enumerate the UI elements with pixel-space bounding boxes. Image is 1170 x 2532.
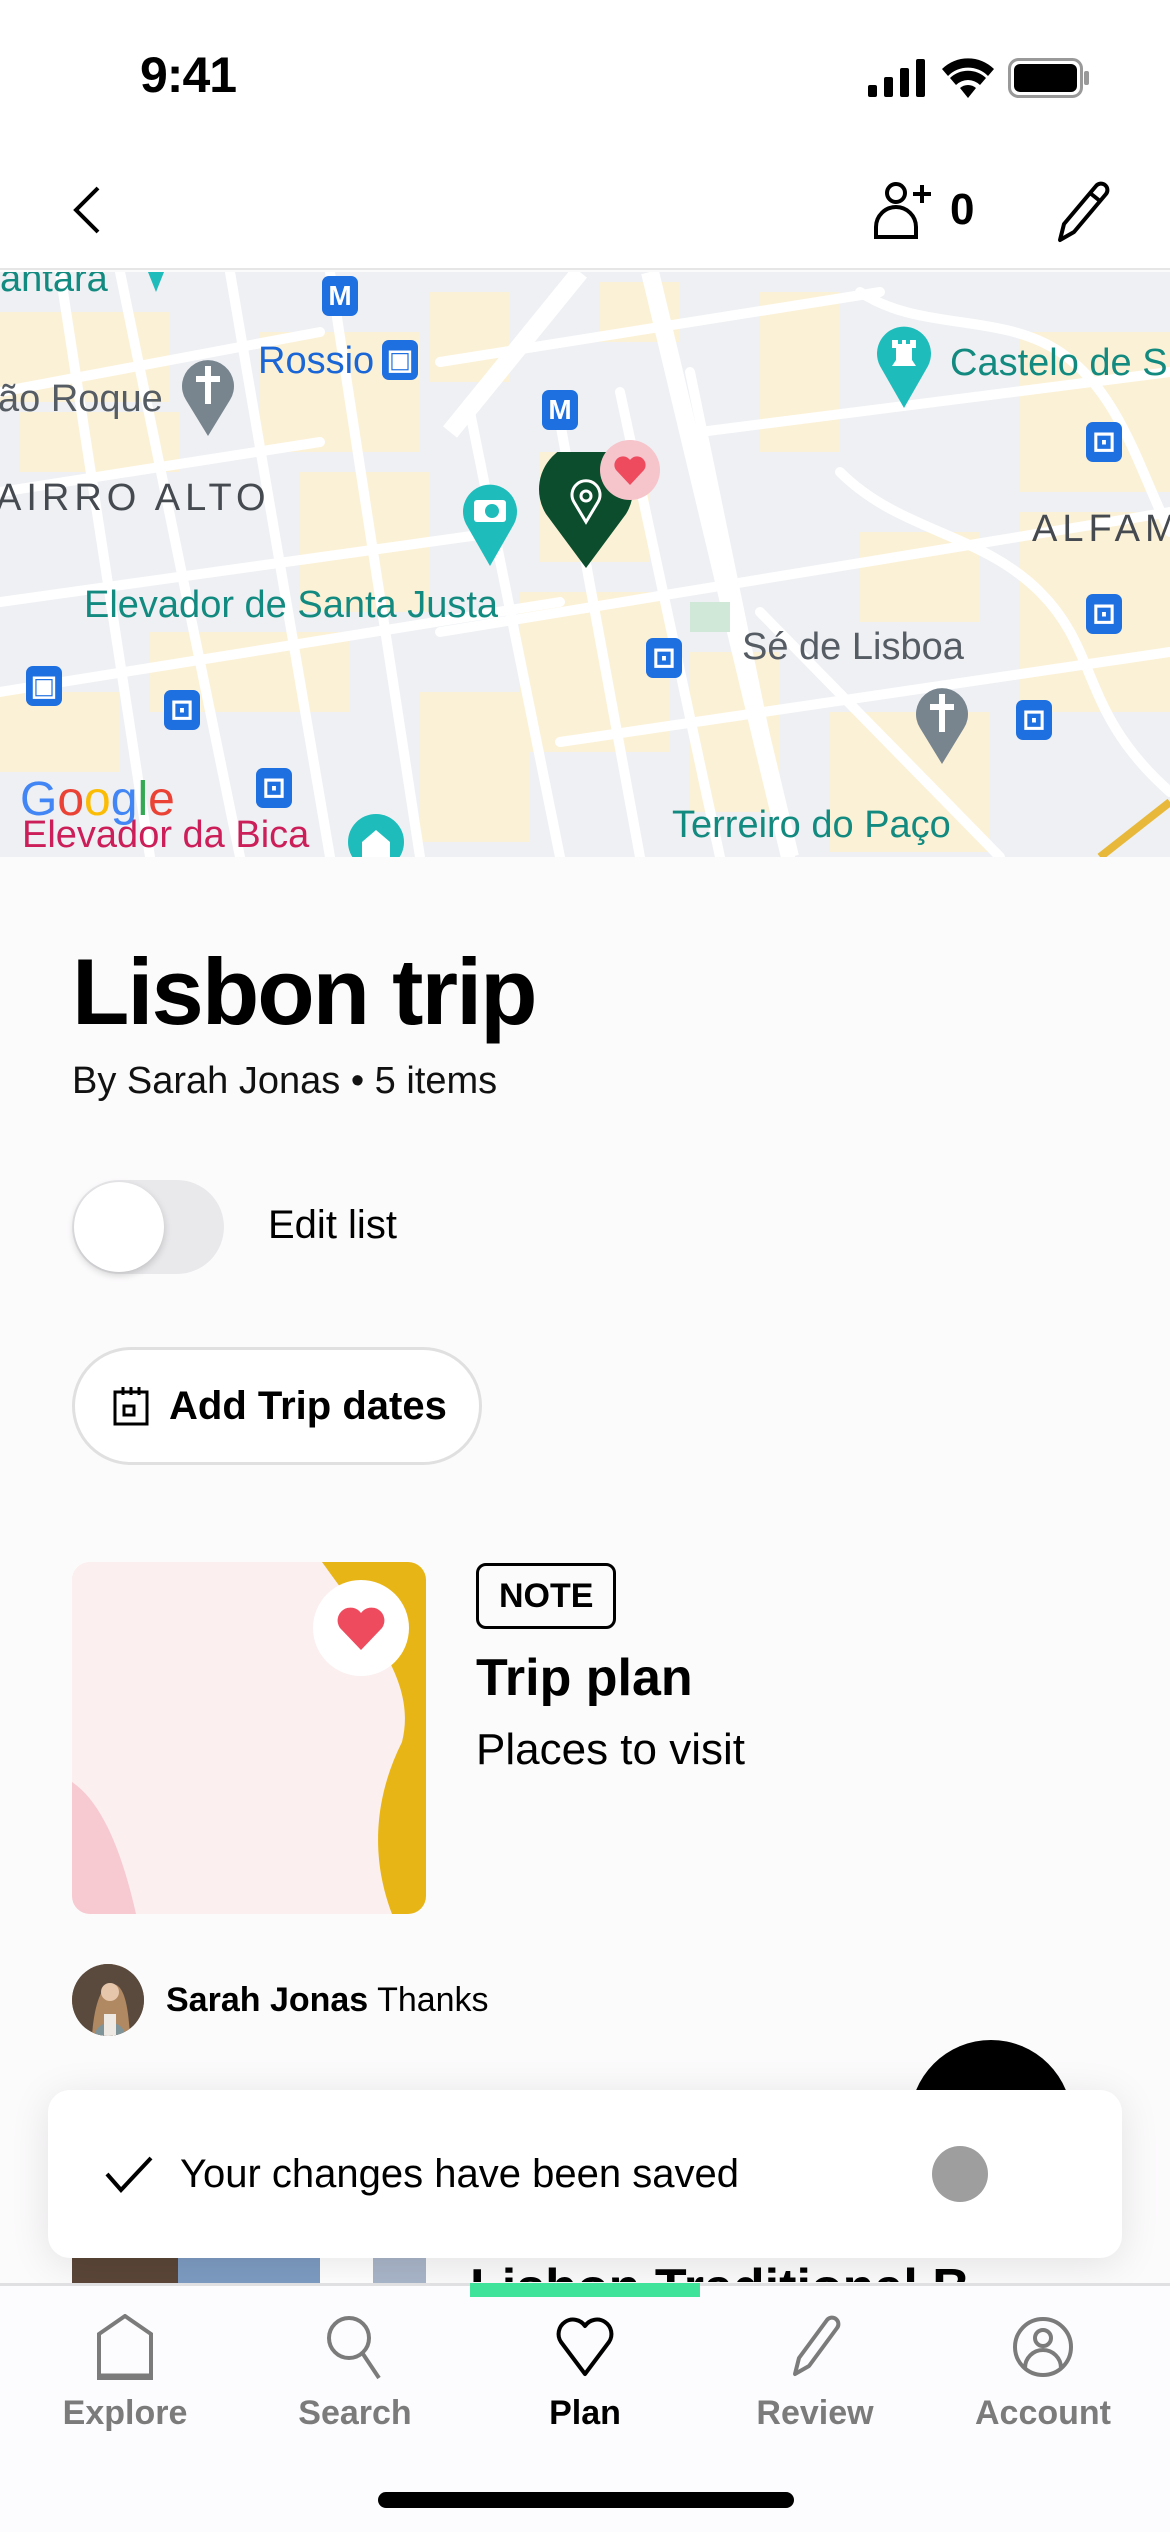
pencil-icon bbox=[793, 2315, 841, 2376]
avatar-photo bbox=[72, 1964, 144, 2036]
tab-search[interactable]: Search bbox=[255, 2314, 455, 2433]
status-bar: 9:41 bbox=[0, 0, 1170, 150]
heart-icon bbox=[556, 2317, 614, 2376]
map-label-alfama: ALFAM bbox=[1032, 508, 1170, 550]
status-time: 9:41 bbox=[140, 47, 237, 103]
church-pin-icon[interactable] bbox=[912, 684, 972, 764]
comment-author[interactable]: Sarah Jonas bbox=[166, 1981, 368, 2019]
tram-icon[interactable]: ⊡ bbox=[646, 638, 682, 678]
tab-label: Search bbox=[298, 2394, 412, 2432]
search-icon bbox=[327, 2316, 381, 2380]
map-label-se-lisboa: Sé de Lisboa bbox=[742, 626, 964, 668]
tab-label: Plan bbox=[549, 2394, 621, 2432]
tab-plan[interactable]: Plan bbox=[485, 2314, 685, 2433]
tram-icon[interactable]: ⊡ bbox=[164, 690, 200, 730]
tab-label: Review bbox=[756, 2394, 874, 2432]
favorite-button[interactable] bbox=[313, 1580, 409, 1676]
item-comment: Sarah Jonas Thanks bbox=[72, 1964, 489, 2036]
cellular-signal-icon bbox=[868, 59, 925, 97]
edit-list-toggle[interactable] bbox=[72, 1180, 224, 1274]
tram-icon[interactable]: ⊡ bbox=[1086, 422, 1122, 462]
toast-message: Your changes have been saved bbox=[180, 2151, 739, 2196]
battery-icon bbox=[1008, 58, 1089, 98]
funicular-icon[interactable]: ▣ bbox=[26, 666, 62, 706]
trip-title: Lisbon trip bbox=[72, 939, 538, 1044]
tram-icon[interactable]: ⊡ bbox=[1086, 594, 1122, 634]
checkmark-icon bbox=[105, 2156, 153, 2193]
add-person-icon bbox=[874, 182, 931, 239]
calendar-icon bbox=[113, 1387, 149, 1426]
edit-trip-button[interactable] bbox=[1050, 176, 1114, 244]
wifi-icon bbox=[942, 58, 994, 98]
chevron-left-icon bbox=[73, 186, 100, 234]
pencil-icon bbox=[1058, 181, 1110, 242]
tram-icon[interactable]: ⊡ bbox=[256, 768, 292, 808]
google-attribution: Google bbox=[20, 773, 175, 826]
castle-pin-icon[interactable] bbox=[874, 322, 934, 408]
tab-label: Explore bbox=[62, 2394, 188, 2432]
comment-body: Thanks bbox=[377, 1980, 489, 2019]
edit-list-label: Edit list bbox=[268, 1203, 397, 1247]
home-icon bbox=[97, 2314, 153, 2380]
tab-review[interactable]: Review bbox=[715, 2314, 915, 2433]
home-indicator[interactable] bbox=[378, 2492, 794, 2508]
item-thumbnail[interactable] bbox=[72, 2255, 426, 2285]
map-label-santa-justa: Elevador de Santa Justa bbox=[84, 584, 499, 626]
map-label-terreiro: Terreiro do Paço bbox=[672, 804, 951, 846]
train-station-icon[interactable]: ▣ bbox=[382, 340, 418, 380]
item-description: Places to visit bbox=[476, 1725, 745, 1774]
collaborators-button[interactable]: 0 bbox=[872, 176, 974, 244]
trip-subtitle: By Sarah Jonas • 5 items bbox=[72, 1060, 498, 1102]
tab-account[interactable]: Account bbox=[943, 2314, 1143, 2433]
map-label-castelo: Castelo de S bbox=[950, 342, 1168, 384]
comment-text: Sarah Jonas Thanks bbox=[166, 1981, 489, 2020]
account-icon bbox=[1013, 2317, 1073, 2377]
map-label-rossio: Rossio bbox=[258, 340, 375, 382]
note-badge: NOTE bbox=[476, 1563, 617, 1629]
heart-icon bbox=[614, 456, 646, 485]
nav-bar: 0 bbox=[0, 150, 1170, 270]
tab-explore[interactable]: Explore bbox=[25, 2314, 225, 2433]
item-title[interactable]: Trip plan bbox=[476, 1648, 693, 1708]
tab-label: Account bbox=[975, 2394, 1111, 2432]
trip-map[interactable]: antara ão Roque Rossio AIRRO ALTO Elevad… bbox=[0, 272, 1170, 857]
museum-pin-icon[interactable] bbox=[346, 812, 406, 857]
add-trip-dates-label: Add Trip dates bbox=[169, 1383, 447, 1428]
map-label-bairro-alto: AIRRO ALTO bbox=[0, 477, 271, 519]
touch-indicator bbox=[932, 2146, 988, 2202]
back-button[interactable] bbox=[62, 180, 122, 240]
map-label-partial: antara bbox=[0, 272, 108, 300]
metro-icon[interactable]: M bbox=[322, 276, 358, 316]
add-trip-dates-button[interactable]: Add Trip dates bbox=[72, 1347, 482, 1465]
active-tab-indicator bbox=[470, 2283, 700, 2297]
tram-icon[interactable]: ⊡ bbox=[1016, 700, 1052, 740]
map-label-sao-roque: ão Roque bbox=[0, 378, 163, 420]
teal-pin-icon bbox=[148, 272, 164, 292]
saved-heart-badge bbox=[600, 440, 660, 500]
heart-icon bbox=[337, 1607, 385, 1650]
avatar[interactable] bbox=[72, 1964, 144, 2036]
saved-toast: Your changes have been saved bbox=[48, 2090, 1122, 2258]
toggle-knob bbox=[74, 1182, 164, 1272]
status-icons bbox=[866, 58, 1090, 98]
collaborators-count: 0 bbox=[950, 185, 975, 234]
church-pin-icon[interactable] bbox=[178, 356, 238, 436]
photo-spot-pin-icon[interactable] bbox=[460, 480, 520, 566]
metro-icon[interactable]: M bbox=[542, 390, 578, 430]
